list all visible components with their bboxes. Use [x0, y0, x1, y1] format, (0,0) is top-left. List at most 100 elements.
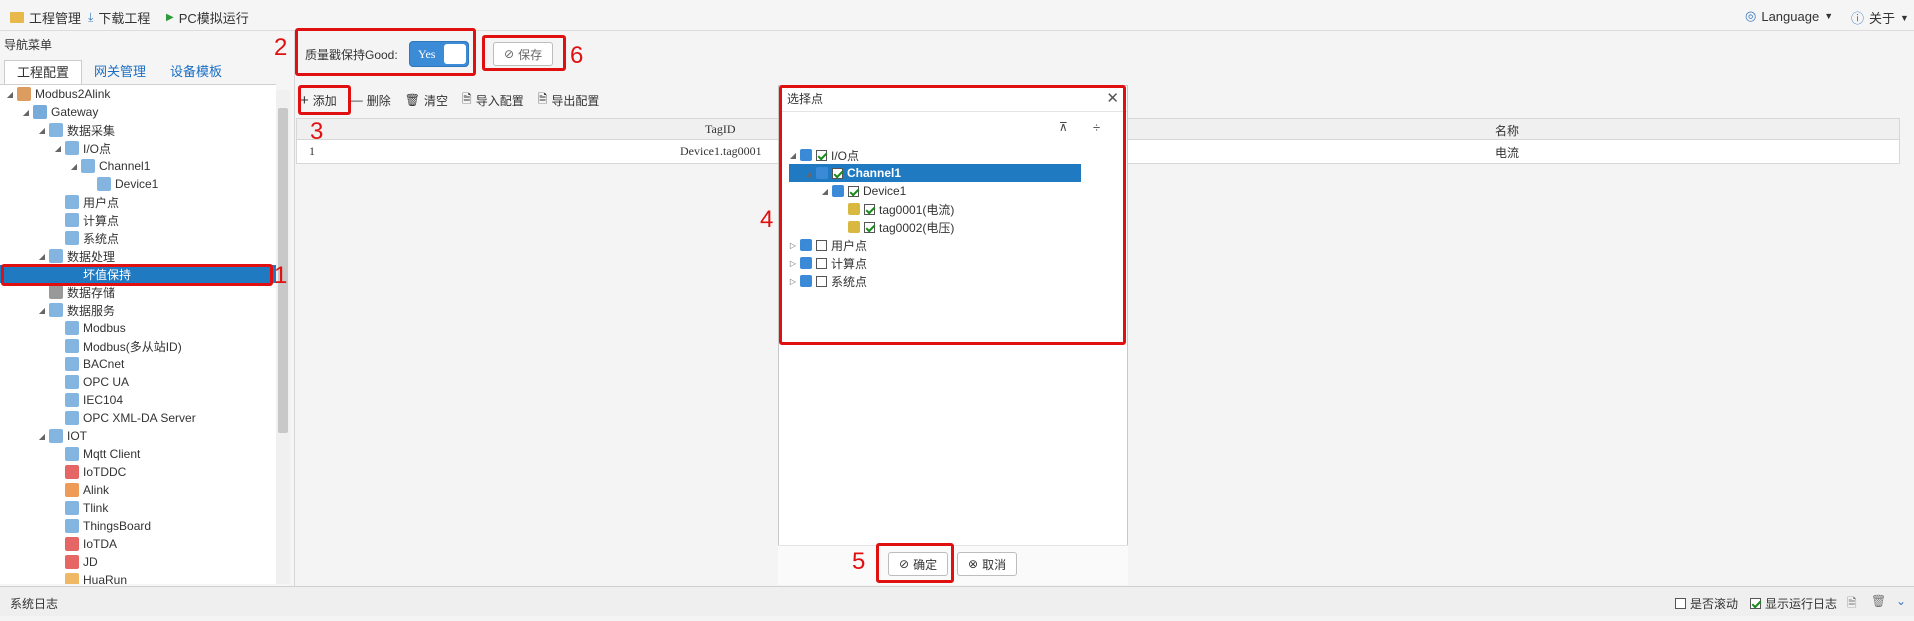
- delete-button[interactable]: — 删除: [351, 92, 391, 109]
- tree-item[interactable]: ◢ 数据服务: [0, 301, 276, 319]
- export-file-icon: 🗎: [537, 91, 548, 106]
- tree-item[interactable]: ◢ Gateway: [0, 103, 276, 121]
- database-icon: [49, 285, 63, 299]
- annotation-number-5: 5: [852, 548, 866, 575]
- annotation-box-6: [482, 35, 566, 71]
- device-icon: [97, 177, 111, 191]
- tree-item[interactable]: ◢ Modbus2Alink: [0, 85, 276, 103]
- tree-item-label: IOT: [67, 429, 87, 443]
- tree-item-label: Mqtt Client: [83, 447, 141, 461]
- tree-item[interactable]: OPC XML-DA Server: [0, 409, 276, 427]
- tree-item-label: Modbus: [83, 321, 126, 335]
- clear-button[interactable]: 🗑 清空: [405, 92, 448, 109]
- tree-item-label: BACnet: [83, 357, 125, 371]
- row-name: 电流: [1495, 146, 1520, 160]
- tree-item[interactable]: 计算点: [0, 211, 276, 229]
- export-config-button[interactable]: 🗎 导出配置: [538, 90, 600, 111]
- row-index: 1: [309, 144, 315, 158]
- tree-expander-icon[interactable]: ◢: [70, 162, 78, 171]
- tree-item[interactable]: ◢ 数据处理: [0, 247, 276, 265]
- show-runtime-log-check[interactable]: [1750, 598, 1761, 609]
- download-project-menu[interactable]: ⤓ 下载工程: [88, 8, 150, 27]
- tree-item[interactable]: BACnet: [0, 355, 276, 373]
- globe-icon: ◎: [1745, 8, 1757, 23]
- tree-expander-icon[interactable]: ◢: [38, 432, 46, 441]
- tree-item-label: JD: [83, 555, 98, 569]
- tree-item[interactable]: 用户点: [0, 193, 276, 211]
- tree-item-label: Modbus(多从站ID): [83, 339, 182, 354]
- about-menu[interactable]: ⓘ 关于 ▼: [1851, 8, 1909, 27]
- project-management-label: 工程管理: [29, 11, 82, 26]
- tree-item[interactable]: Device1: [0, 175, 276, 193]
- cancel-button[interactable]: ⊗ 取消: [957, 552, 1018, 576]
- tree-item[interactable]: Modbus(多从站ID): [0, 337, 276, 355]
- tree-item-label: Tlink: [83, 501, 109, 515]
- annotation-number-3: 3: [310, 118, 324, 145]
- tree-item-label: 计算点: [83, 213, 120, 228]
- project-icon: [17, 87, 31, 101]
- iot-icon: [49, 429, 63, 443]
- tree-item[interactable]: 系统点: [0, 229, 276, 247]
- tree-item[interactable]: ◢ I/O点: [0, 139, 276, 157]
- import-config-button[interactable]: 🗎 导入配置: [462, 90, 524, 111]
- auto-scroll-check[interactable]: [1675, 598, 1686, 609]
- annotation-number-6: 6: [570, 42, 584, 69]
- tree-expander-icon[interactable]: ◢: [38, 126, 46, 135]
- tree-item[interactable]: Tlink: [0, 499, 276, 517]
- tree-item[interactable]: IoTDA: [0, 535, 276, 553]
- tree-item[interactable]: ◢ IOT: [0, 427, 276, 445]
- tree-item[interactable]: Alink: [0, 481, 276, 499]
- column-tagid[interactable]: TagID: [705, 122, 735, 137]
- data-collect-icon: [49, 123, 63, 137]
- tree-item[interactable]: ◢ Channel1: [0, 157, 276, 175]
- import-label: 导入配置: [475, 93, 524, 108]
- minus-icon: —: [350, 93, 363, 107]
- tab-project-config[interactable]: 工程配置: [4, 60, 83, 84]
- iec104-icon: [65, 393, 79, 407]
- tree-item[interactable]: HuaRun: [0, 571, 276, 584]
- language-menu[interactable]: ◎ Language ▼: [1745, 8, 1833, 24]
- modbus-icon: [65, 339, 79, 353]
- annotation-box-1: [1, 264, 273, 286]
- data-service-icon: [49, 303, 63, 317]
- tree-item[interactable]: ◢ 数据采集: [0, 121, 276, 139]
- tree-item[interactable]: Mqtt Client: [0, 445, 276, 463]
- show-runtime-log-label: 显示运行日志: [1765, 597, 1838, 611]
- data-process-icon: [49, 249, 63, 263]
- tree-item-label: 用户点: [83, 195, 120, 210]
- tree-expander-icon[interactable]: ◢: [38, 252, 46, 261]
- tree-expander-icon[interactable]: ◢: [38, 306, 46, 315]
- delete-label: 删除: [366, 93, 391, 108]
- tree-item[interactable]: JD: [0, 553, 276, 571]
- show-runtime-log-checkbox[interactable]: 显示运行日志: [1750, 595, 1837, 612]
- tree-item[interactable]: Modbus: [0, 319, 276, 337]
- thingsboard-icon: [65, 519, 79, 533]
- tree-item[interactable]: IoTDDC: [0, 463, 276, 481]
- tree-item-label: 数据服务: [67, 303, 116, 318]
- opcua-icon: [65, 375, 79, 389]
- about-label: 关于: [1869, 11, 1896, 26]
- channel-icon: [81, 159, 95, 173]
- tree-expander-icon[interactable]: ◢: [54, 144, 62, 153]
- dropdown-caret-icon: ▼: [1900, 12, 1909, 23]
- trash-icon: 🗑: [404, 93, 421, 107]
- tree-item-label: IoTDA: [83, 537, 118, 551]
- pc-simulation-menu[interactable]: ▶ PC模拟运行: [166, 8, 249, 27]
- column-name[interactable]: 名称: [1495, 122, 1519, 139]
- tree-item[interactable]: OPC UA: [0, 373, 276, 391]
- project-management-menu[interactable]: 工程管理: [10, 8, 81, 27]
- auto-scroll-checkbox[interactable]: 是否滚动: [1675, 595, 1738, 612]
- tab-device-template[interactable]: 设备模板: [158, 60, 234, 84]
- clear-log-icon[interactable]: 🗑: [1871, 594, 1886, 608]
- annotation-number-1: 1: [274, 262, 288, 289]
- tree-expander-icon[interactable]: ◢: [6, 90, 14, 99]
- tree-item[interactable]: IEC104: [0, 391, 276, 409]
- system-log-title: 系统日志: [10, 597, 59, 611]
- save-log-icon[interactable]: 🗎: [1847, 594, 1857, 615]
- tab-gateway-management[interactable]: 网关管理: [82, 60, 158, 84]
- tree-expander-icon[interactable]: ◢: [22, 108, 30, 117]
- collapse-log-icon[interactable]: ⌄: [1896, 594, 1906, 608]
- tree-item-label: HuaRun: [83, 573, 128, 584]
- tree-item-label: IoTDDC: [83, 465, 127, 479]
- tree-item[interactable]: ThingsBoard: [0, 517, 276, 535]
